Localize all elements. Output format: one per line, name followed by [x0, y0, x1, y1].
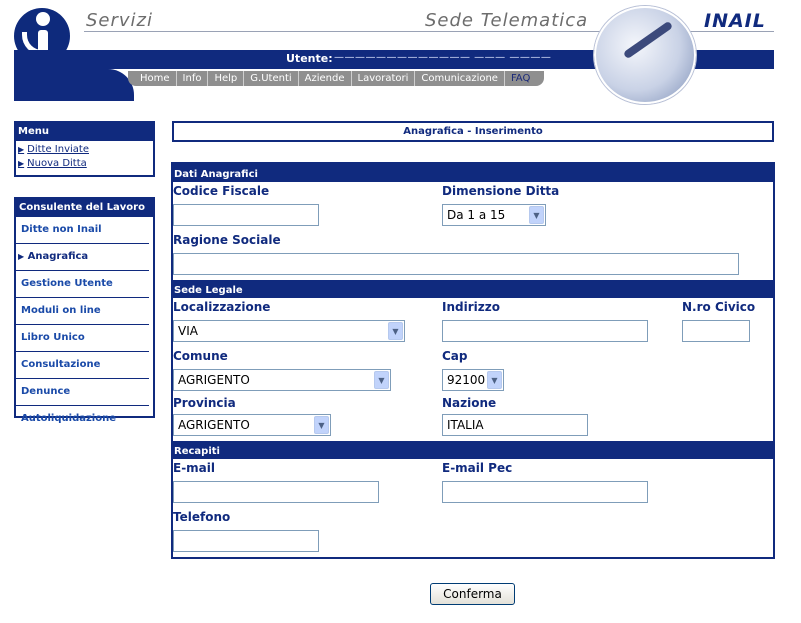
- telefono-value: [174, 532, 182, 552]
- sidebar-item-denunce[interactable]: Denunce: [16, 379, 149, 406]
- menu-item-label[interactable]: Ditte Inviate: [27, 144, 89, 155]
- dimensione-ditta-select[interactable]: Da 1 a 15 ▼: [442, 204, 546, 226]
- nav-aziende[interactable]: Aziende: [297, 71, 351, 86]
- nav-comunicazione[interactable]: Comunicazione: [414, 71, 504, 86]
- email-pec-input[interactable]: [442, 481, 648, 503]
- ragione-sociale-input[interactable]: [173, 253, 739, 275]
- codice-fiscale-value: [174, 206, 182, 226]
- nav-home[interactable]: Home: [134, 71, 176, 86]
- telefono-label: Telefono: [173, 510, 231, 524]
- sidebar-item-ditte-non-inail[interactable]: Ditte non Inail: [16, 217, 149, 244]
- provincia-select[interactable]: AGRIGENTO ▼: [173, 414, 331, 436]
- chevron-down-icon[interactable]: ▼: [529, 206, 544, 224]
- utente-value: ————————————— ——— ————: [334, 52, 552, 63]
- email-pec-value: [443, 483, 451, 503]
- provincia-value: AGRIGENTO: [178, 418, 250, 432]
- localizzazione-select[interactable]: VIA ▼: [173, 320, 405, 342]
- servizi-title: Servizi: [86, 10, 154, 31]
- provincia-label: Provincia: [173, 396, 236, 410]
- triangle-right-icon: ▶: [18, 252, 25, 261]
- sidebar-item-anagrafica[interactable]: ▶ Anagrafica: [16, 244, 149, 271]
- email-pec-label: E-mail Pec: [442, 461, 513, 475]
- nazione-label: Nazione: [442, 396, 497, 410]
- chevron-down-icon[interactable]: ▼: [314, 416, 329, 434]
- indirizzo-label: Indirizzo: [442, 300, 500, 314]
- logo-dot: [36, 12, 50, 26]
- civico-value: [683, 322, 691, 342]
- consulente-title: Consulente del Lavoro: [16, 199, 153, 217]
- sidebar-item-consultazione[interactable]: Consultazione: [16, 352, 149, 379]
- triangle-right-icon: ▶: [18, 159, 25, 168]
- comune-value: AGRIGENTO: [178, 373, 250, 387]
- sede-telematica-title: Sede Telematica: [425, 10, 589, 31]
- sidebar-item-label: Anagrafica: [27, 251, 89, 262]
- brand-logo: INAIL: [704, 10, 766, 32]
- header-corner: [14, 69, 134, 101]
- menu-item-label[interactable]: Nuova Ditta: [27, 158, 87, 169]
- menu-item-nuova-ditta[interactable]: ▶ Nuova Ditta: [16, 155, 153, 169]
- section-dati-anagrafici: Dati Anagrafici: [171, 164, 775, 182]
- indirizzo-value: [443, 322, 451, 342]
- page-title: Anagrafica - Inserimento: [172, 121, 774, 142]
- section-sede-legale: Sede Legale: [171, 280, 775, 298]
- nav-info[interactable]: Info: [175, 71, 208, 86]
- dimensione-ditta-value: Da 1 a 15: [447, 208, 506, 222]
- nav-faq[interactable]: FAQ: [503, 71, 536, 86]
- comune-label: Comune: [173, 349, 228, 363]
- email-input[interactable]: [173, 481, 379, 503]
- section-recapiti: Recapiti: [171, 441, 775, 459]
- sidebar-item-autoliquidazione[interactable]: Autoliquidazione: [16, 406, 149, 432]
- nav-lavoratori[interactable]: Lavoratori: [350, 71, 415, 86]
- consulente-panel: Consulente del Lavoro Ditte non Inail ▶ …: [14, 197, 155, 424]
- menu-item-ditte-inviate[interactable]: ▶ Ditte Inviate: [16, 141, 153, 155]
- email-value: [174, 483, 182, 503]
- localizzazione-value: VIA: [178, 324, 198, 338]
- cap-select[interactable]: 92100 ▼: [442, 369, 504, 391]
- codice-fiscale-label: Codice Fiscale: [173, 184, 270, 198]
- sidebar-item-gestione-utente[interactable]: Gestione Utente: [16, 271, 149, 298]
- codice-fiscale-input[interactable]: [173, 204, 319, 226]
- nazione-input[interactable]: ITALIA: [442, 414, 588, 436]
- conferma-button[interactable]: Conferma: [430, 583, 515, 605]
- sidebar-item-moduli-on-line[interactable]: Moduli on line: [16, 298, 149, 325]
- cap-label: Cap: [442, 349, 468, 363]
- ragione-sociale-label: Ragione Sociale: [173, 233, 281, 247]
- telefono-input[interactable]: [173, 530, 319, 552]
- comune-select[interactable]: AGRIGENTO ▼: [173, 369, 391, 391]
- indirizzo-input[interactable]: [442, 320, 648, 342]
- menu-title: Menu: [16, 123, 153, 141]
- cap-value: 92100: [447, 373, 486, 387]
- localizzazione-label: Localizzazione: [173, 300, 271, 314]
- top-nav: Home Info Help G.Utenti Aziende Lavorato…: [128, 71, 545, 86]
- chevron-down-icon[interactable]: ▼: [374, 371, 389, 389]
- chevron-down-icon[interactable]: ▼: [388, 322, 403, 340]
- triangle-right-icon: ▶: [18, 145, 25, 154]
- nazione-value: ITALIA: [447, 418, 484, 432]
- header-photo: [594, 6, 696, 104]
- dimensione-ditta-label: Dimensione Ditta: [442, 184, 560, 198]
- civico-label: N.ro Civico: [682, 300, 756, 314]
- civico-input[interactable]: [682, 320, 750, 342]
- nav-help[interactable]: Help: [207, 71, 243, 86]
- utente-label: Utente:: [286, 52, 333, 65]
- email-label: E-mail: [173, 461, 216, 475]
- sidebar-item-libro-unico[interactable]: Libro Unico: [16, 325, 149, 352]
- nav-g-utenti[interactable]: G.Utenti: [243, 71, 297, 86]
- menu-panel: Menu ▶ Ditte Inviate ▶ Nuova Ditta: [14, 121, 155, 177]
- ragione-sociale-value: [174, 255, 182, 275]
- chevron-down-icon[interactable]: ▼: [487, 371, 502, 389]
